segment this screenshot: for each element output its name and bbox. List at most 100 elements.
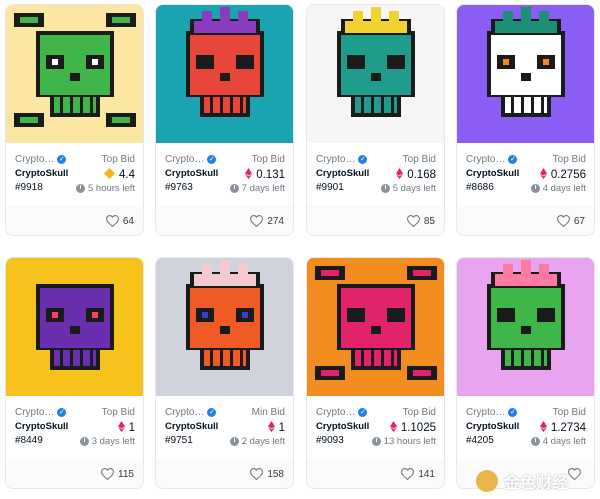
heart-icon[interactable]	[556, 215, 570, 227]
verified-badge-icon: ✓	[57, 155, 67, 164]
collection-link[interactable]: Crypto… ✓	[316, 407, 368, 418]
heart-icon[interactable]	[250, 468, 264, 480]
card-footer: 85	[307, 206, 444, 235]
nft-name: CryptoSkull	[165, 421, 219, 432]
card-footer: 67	[457, 206, 594, 235]
nft-card[interactable]: Crypto… ✓ CryptoSkull #9763 Top Bid 0.13…	[155, 4, 294, 236]
watermark-logo: 金色财经	[476, 462, 600, 499]
time-left: 5 days left	[380, 183, 436, 194]
favorite-button[interactable]: 158	[250, 468, 284, 480]
heart-icon[interactable]	[250, 215, 264, 227]
favorite-button[interactable]: 141	[401, 468, 435, 480]
nft-image[interactable]	[457, 5, 594, 143]
verified-badge-icon: ✓	[207, 408, 217, 417]
nft-card[interactable]: Crypto… ✓ CryptoSkull #9751 Min Bid 1 2 …	[155, 257, 294, 489]
collection-link[interactable]: Crypto… ✓	[316, 154, 368, 165]
card-footer: 115	[6, 459, 143, 488]
nft-image[interactable]	[307, 5, 444, 143]
collection-name[interactable]: Crypto…	[316, 154, 355, 165]
clock-icon	[76, 184, 85, 193]
nft-name: CryptoSkull	[466, 421, 520, 432]
favorite-button[interactable]: 67	[556, 215, 585, 227]
nft-meta: Crypto… ✓ CryptoSkull #4205 Top Bid 1.27…	[466, 403, 586, 453]
price-value: 1.2734	[550, 422, 586, 434]
bid-label: Top Bid	[552, 154, 586, 165]
price-value: 0.131	[256, 169, 285, 181]
nft-card[interactable]: Crypto… ✓ CryptoSkull #9093 Top Bid 1.10…	[306, 257, 445, 489]
bid-label: Top Bid	[402, 154, 436, 165]
favorite-button[interactable]: 274	[250, 215, 284, 227]
nft-image[interactable]	[6, 5, 143, 143]
nft-image[interactable]	[6, 258, 143, 396]
bid-label: Top Bid	[402, 407, 436, 418]
time-left-text: 5 days left	[392, 183, 436, 194]
nft-meta: Crypto… ✓ CryptoSkull #9751 Min Bid 1 2 …	[165, 403, 285, 453]
nft-card[interactable]: Crypto… ✓ CryptoSkull #9901 Top Bid 0.16…	[306, 4, 445, 236]
heart-icon[interactable]	[105, 215, 119, 227]
nft-card[interactable]: Crypto… ✓ CryptoSkull #8449 Top Bid 1 3 …	[5, 257, 144, 489]
collection-name[interactable]: Crypto…	[15, 154, 54, 165]
clock-icon	[380, 184, 390, 193]
collection-link[interactable]: Crypto… ✓	[165, 407, 217, 418]
heart-icon[interactable]	[401, 468, 415, 480]
bid-label: Top Bid	[101, 154, 135, 165]
heart-icon[interactable]	[406, 215, 420, 227]
like-count: 64	[122, 215, 134, 227]
price-value: 0.168	[407, 169, 436, 181]
like-count: 274	[267, 215, 284, 227]
nft-name: CryptoSkull	[316, 168, 370, 179]
watermark-text: 金色财经	[504, 474, 569, 492]
nft-image[interactable]	[156, 5, 293, 143]
heart-icon[interactable]	[101, 468, 115, 480]
clock-icon	[79, 437, 89, 446]
collection-name[interactable]: Crypto…	[466, 154, 505, 165]
favorite-button[interactable]: 85	[406, 215, 435, 227]
price: 1	[267, 421, 285, 435]
price: 1	[117, 421, 135, 435]
price: 0.2756	[539, 168, 586, 182]
collection-name[interactable]: Crypto…	[15, 407, 54, 418]
time-left-text: 4 days left	[542, 183, 586, 194]
token-id: #8686	[466, 182, 494, 193]
collection-link[interactable]: Crypto… ✓	[466, 407, 518, 418]
clock-icon	[530, 437, 540, 446]
nft-meta: Crypto… ✓ CryptoSkull #8449 Top Bid 1 3 …	[15, 403, 135, 453]
nft-card[interactable]: Crypto… ✓ CryptoSkull #8686 Top Bid 0.27…	[456, 4, 595, 236]
like-count: 67	[573, 215, 585, 227]
clock-icon	[229, 184, 239, 193]
bid-label: Top Bid	[101, 407, 135, 418]
nft-image[interactable]	[156, 258, 293, 396]
price-value: 1.1025	[400, 422, 436, 434]
clock-icon	[371, 437, 381, 446]
collection-name[interactable]: Crypto…	[165, 154, 204, 165]
eth-icon	[396, 168, 404, 182]
nft-card[interactable]: Crypto… ✓ CryptoSkull #9918 Top Bid 4.4 …	[5, 4, 144, 236]
token-id: #9918	[15, 182, 43, 193]
collection-name[interactable]: Crypto…	[165, 407, 204, 418]
nft-meta: Crypto… ✓ CryptoSkull #8686 Top Bid 0.27…	[466, 150, 586, 200]
collection-name[interactable]: Crypto…	[466, 407, 505, 418]
time-left: 4 days left	[530, 183, 586, 194]
nft-name: CryptoSkull	[316, 421, 370, 432]
time-left: 3 days left	[79, 436, 135, 447]
collection-link[interactable]: Crypto… ✓	[466, 154, 518, 165]
nft-image[interactable]	[457, 258, 594, 396]
verified-badge-icon: ✓	[508, 155, 518, 164]
time-left-text: 4 days left	[542, 436, 586, 447]
collection-link[interactable]: Crypto… ✓	[15, 154, 67, 165]
nft-meta: Crypto… ✓ CryptoSkull #9763 Top Bid 0.13…	[165, 150, 285, 200]
verified-badge-icon: ✓	[508, 408, 518, 417]
watermark-logo-icon	[476, 469, 498, 492]
token-id: #9093	[316, 435, 344, 446]
nft-image[interactable]	[307, 258, 444, 396]
collection-link[interactable]: Crypto… ✓	[165, 154, 217, 165]
favorite-button[interactable]: 115	[101, 468, 134, 480]
collection-link[interactable]: Crypto… ✓	[15, 407, 67, 418]
price-value: 0.2756	[550, 169, 586, 181]
collection-name[interactable]: Crypto…	[316, 407, 355, 418]
favorite-button[interactable]: 64	[105, 215, 134, 227]
card-footer: 64	[6, 206, 143, 235]
time-left: 7 days left	[229, 183, 285, 194]
nft-card[interactable]: Crypto… ✓ CryptoSkull #4205 Top Bid 1.27…	[456, 257, 595, 489]
time-left: 13 hours left	[371, 436, 436, 447]
